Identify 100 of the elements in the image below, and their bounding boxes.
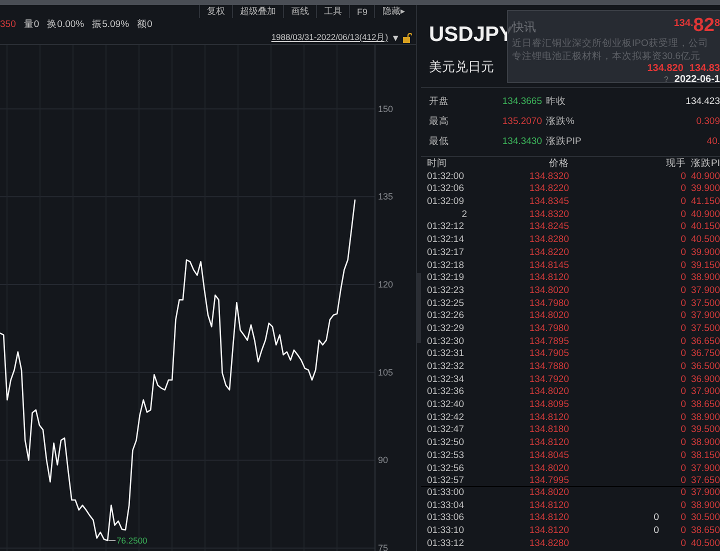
price-cell-text: 134.8020: [528, 462, 569, 474]
time-cell-text: 01:32:14: [427, 234, 465, 246]
toolbar-button[interactable]: 工具: [316, 5, 349, 18]
stat-value: 134.3430: [501, 135, 542, 149]
price-cell-text: 134.7995: [528, 475, 569, 487]
price-cell-text: 134.8180: [528, 424, 569, 436]
time-cell-text: 01:32:31: [427, 348, 465, 360]
question-mark: ?: [664, 75, 668, 84]
stat-label: 最高: [429, 115, 450, 129]
pip-cell-text: 37.900: [690, 462, 720, 474]
ask-price: 134.83: [689, 63, 720, 74]
toolbar-button[interactable]: 隐藏▸: [374, 5, 412, 18]
price-cell-text: 134.8120: [528, 500, 569, 512]
time-cell-text: 01:32:25: [427, 298, 465, 310]
price-cell-text: 134.7895: [528, 336, 569, 348]
time-cell-text: 01:33:00: [427, 486, 465, 499]
volume-cell-text: 0: [680, 196, 686, 208]
time-cell-text: 01:32:18: [427, 260, 465, 272]
column-header: 涨跌PI: [690, 158, 720, 170]
stat-label: 开盘: [429, 95, 450, 109]
volume-cell-text: 0: [680, 336, 686, 348]
price-cell-text: 134.8020: [528, 284, 569, 297]
pip-cell-text: 39.150: [690, 260, 720, 272]
time-cell-text: 01:32:40: [427, 399, 465, 411]
price-cell-text: 134.8220: [528, 183, 569, 196]
time-cell-text: 01:32:00: [427, 170, 465, 182]
dropdown-caret[interactable]: ▼: [391, 32, 400, 43]
pip-cell-text: 38.650: [690, 399, 720, 411]
axis-tick-label: 150: [378, 104, 394, 114]
axis-tick-label: 120: [378, 280, 394, 290]
pip-cell-text: 36.500: [690, 361, 720, 373]
volume-cell-text: 0: [680, 462, 686, 474]
price-cell-text: 134.8095: [528, 399, 569, 411]
axis-tick-label: 90: [378, 455, 388, 466]
price-cell-text: 134.8145: [528, 260, 569, 272]
time-cell-text: 01:32:17: [427, 246, 465, 258]
price-cell-text: 134.8120: [528, 437, 569, 449]
axis-tick-label: 105: [378, 367, 394, 378]
pip-cell-text: 37.500: [690, 322, 720, 335]
column-header: 时间: [427, 158, 448, 170]
time-cell-text: 01:32:32: [427, 361, 465, 373]
pip-cell-text: 40.500: [690, 234, 720, 246]
volume-cell-text: 0: [680, 538, 686, 550]
time-cell-text: 01:32:36: [427, 386, 465, 398]
price-tail: 8: [714, 18, 720, 29]
pip-cell-text: 38.900: [690, 437, 720, 449]
toolbar-button[interactable]: 复权: [198, 5, 232, 18]
toolbar-button[interactable]: F9: [348, 5, 374, 18]
stat-value: 134.423: [684, 95, 720, 109]
price-cell-text: 134.8020: [528, 386, 569, 398]
volume-cell-text: 0: [680, 399, 686, 411]
price-cell-text: 134.7880: [528, 361, 569, 373]
stat-value: 134.3665: [501, 95, 542, 109]
time-cell-text: 01:32:09: [427, 196, 465, 208]
price-head: 134.: [674, 18, 694, 29]
toolbar-button[interactable]: 超级叠加: [232, 5, 283, 18]
time-cell-text: 2: [460, 208, 468, 220]
volume-cell-text: 0: [680, 260, 686, 272]
price-cell-text: 134.8280: [528, 538, 569, 550]
price-cell-text: 134.8320: [528, 208, 569, 220]
price-cell-text: 134.8120: [528, 272, 569, 284]
stat-label: 最低: [429, 135, 450, 149]
stat-text: 额0: [137, 18, 152, 32]
price-cell-text: 134.8120: [528, 524, 569, 537]
pip-cell-text: 38.650: [690, 524, 720, 537]
axis-tick-label: 135: [378, 192, 394, 202]
volume-cell-text: 0: [680, 348, 686, 360]
pip-cell-text: 37.900: [690, 310, 720, 322]
time-cell-text: 01:33:12: [427, 538, 465, 550]
price-big: 82: [693, 15, 714, 37]
pip-cell-text: 40.150: [690, 221, 720, 234]
axis-tick-label: 75: [378, 543, 388, 551]
pip-cell-text: 38.900: [690, 272, 720, 284]
pip-cell-text: 38.150: [690, 450, 720, 462]
price-cell-text: 134.8345: [528, 196, 569, 208]
time-cell-text: 01:32:53: [427, 450, 465, 462]
time-cell-text: 01:32:26: [427, 310, 465, 322]
time-cell-text: 01:32:34: [427, 374, 465, 386]
volume-cell-text: 0: [680, 322, 686, 335]
lock-icon[interactable]: [403, 32, 412, 43]
min-price-label: 76.2500: [116, 535, 148, 546]
time-cell-text: 01:33:10: [427, 524, 465, 537]
price-cell-text: 134.8020: [528, 310, 569, 322]
volume-cell-text: 0: [680, 272, 686, 284]
stray-digit: 0: [654, 524, 659, 537]
date-range-link[interactable]: 1988/03/31-2022/06/13(412月): [271, 32, 388, 44]
time-cell-text: 01:33:06: [427, 512, 465, 524]
stat-text: 换0.00%: [47, 18, 84, 32]
toolbar-button[interactable]: 画线: [282, 5, 316, 18]
time-cell-text: 01:32:56: [427, 462, 465, 474]
symbol-title: USDJPY: [429, 23, 514, 46]
stat-label: 涨跌%: [545, 115, 576, 129]
stat-label: 昨收: [545, 95, 567, 109]
popup-date: 2022-06-1: [674, 74, 720, 85]
stat-value: 135.2070: [501, 115, 542, 129]
column-header: 价格: [548, 158, 569, 170]
time-cell-text: 01:32:42: [427, 412, 465, 424]
pip-cell-text: 40.500: [690, 538, 720, 550]
volume-cell-text: 0: [680, 475, 686, 487]
volume-cell-text: 0: [680, 310, 686, 322]
